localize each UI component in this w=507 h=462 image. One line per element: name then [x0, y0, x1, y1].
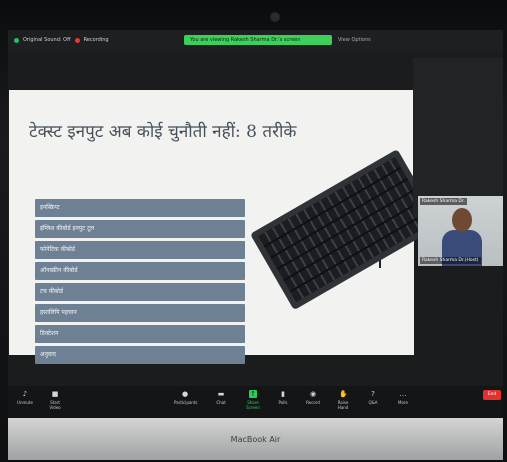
- webcam-lens: [271, 13, 279, 21]
- method-list: इनस्क्रिप्ट इंग्लिश कीबोर्ड इनपुट टूल फो…: [35, 199, 245, 367]
- participant-head: [452, 208, 472, 232]
- chat-button[interactable]: ▬ Chat: [210, 390, 232, 405]
- start-video-button[interactable]: ■ Start Video: [44, 390, 66, 410]
- end-meeting-button[interactable]: End: [483, 390, 501, 400]
- polls-button[interactable]: ▮ Polls: [272, 390, 294, 405]
- record-button[interactable]: ◉ Record: [302, 390, 324, 405]
- participants-icon: ●: [181, 390, 189, 398]
- share-screen-icon: ↑: [249, 390, 257, 398]
- list-item: हस्तलिपि पहचान: [35, 304, 245, 322]
- raise-hand-button[interactable]: ✋ Raise Hand: [332, 390, 354, 410]
- meeting-topbar: Original Sound: Off Recording You are vi…: [8, 30, 503, 52]
- slide-title: टेक्स्ट इनपुट अब कोई चुनौती नहीं: 8 तरीक…: [29, 122, 297, 142]
- record-icon: ◉: [309, 390, 317, 398]
- laptop-brand-label: MacBook Air: [230, 435, 281, 444]
- more-icon: …: [399, 390, 407, 398]
- polls-icon: ▮: [281, 390, 285, 398]
- list-item: डिक्टेशन: [35, 325, 245, 343]
- laptop-chin: MacBook Air: [8, 418, 503, 460]
- participant-name-tag: Rakesh Sharma Dr.: [420, 198, 467, 205]
- video-panel: [413, 58, 503, 218]
- list-item: इनस्क्रिप्ट: [35, 199, 245, 217]
- original-sound-toggle[interactable]: Original Sound: Off: [23, 37, 71, 43]
- list-item: ऑनस्क्रीन कीबोर्ड: [35, 262, 245, 280]
- microphone-icon: ♪: [22, 390, 28, 398]
- meeting-toolbar: ♪ Unmute ■ Start Video ● Participants ▬ Chat…: [8, 386, 503, 418]
- participant-video-tile[interactable]: Rakesh Sharma Dr. Rakesh Sharma Dr.(Host…: [418, 196, 503, 266]
- list-item: फोनेटिक कीबोर्ड: [35, 241, 245, 259]
- view-options-menu[interactable]: View Options: [338, 37, 371, 43]
- list-item: टच कीबोर्ड: [35, 283, 245, 301]
- participant-label: Rakesh Sharma Dr.(Host): [420, 257, 481, 264]
- recording-label: Recording: [83, 37, 109, 43]
- recording-icon: [74, 37, 80, 43]
- chat-icon: ▬: [217, 390, 225, 398]
- qa-icon: ?: [371, 390, 375, 398]
- participants-button[interactable]: ● Participants: [174, 390, 198, 405]
- sound-status-icon: [14, 37, 19, 43]
- sharing-banner: You are viewing Rakesh Sharma Dr.'s scre…: [184, 35, 332, 45]
- more-button[interactable]: … More: [392, 390, 414, 405]
- unmute-button[interactable]: ♪ Unmute: [14, 390, 36, 405]
- share-screen-button[interactable]: ↑ Share Screen: [242, 390, 264, 410]
- list-item: अनुवाद: [35, 346, 245, 364]
- list-item: इंग्लिश कीबोर्ड इनपुट टूल: [35, 220, 245, 238]
- camera-icon: ■: [51, 390, 59, 398]
- qa-button[interactable]: ? Q&A: [362, 390, 384, 405]
- zoom-window: Original Sound: Off Recording You are vi…: [8, 30, 503, 418]
- hand-icon: ✋: [339, 390, 348, 398]
